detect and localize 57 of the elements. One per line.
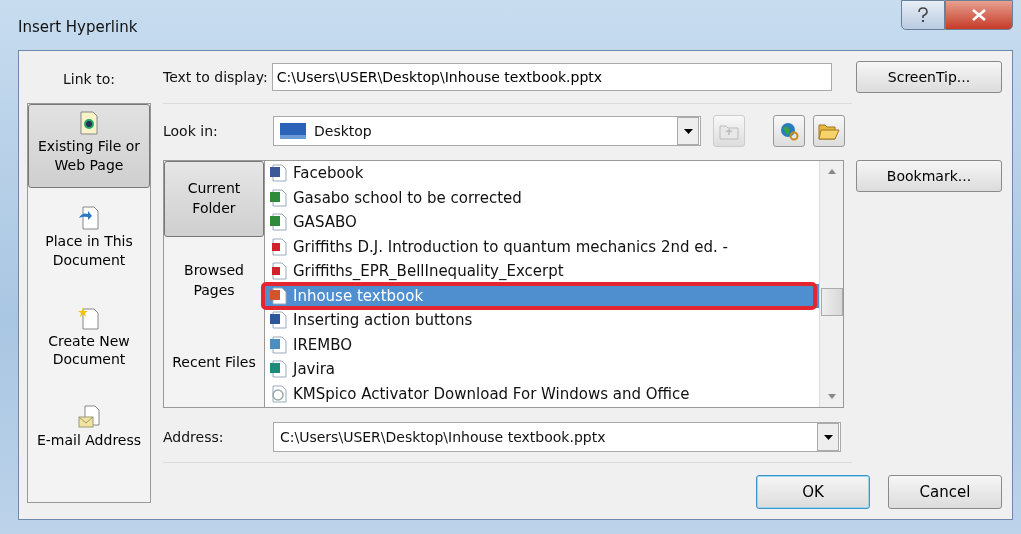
- close-icon: [972, 9, 986, 21]
- text-to-display-label: Text to display:: [163, 69, 268, 85]
- link-to-item[interactable]: E-mail Address: [28, 399, 150, 457]
- window-title: Insert Hyperlink: [18, 18, 138, 36]
- document-arrow-icon: [78, 205, 100, 230]
- browse-file-button[interactable]: [813, 115, 845, 147]
- help-icon: [916, 7, 930, 23]
- address-field[interactable]: C:\Users\USER\Desktop\Inhouse textbook.pptx: [273, 422, 841, 452]
- file-name: Inhouse textbook: [293, 286, 424, 305]
- close-button[interactable]: [945, 0, 1013, 30]
- screentip-button[interactable]: ScreenTip...: [856, 61, 1002, 93]
- file-name: KMSpico Activator Download For Windows and Office: [293, 384, 690, 403]
- file-name: Griffiths_EPR_BellInequality_Excerpt: [293, 262, 564, 281]
- scroll-down-icon: [827, 394, 836, 399]
- file-list-item[interactable]: Griffiths D.J. Introduction to quantum mechanics 2nd ed. -: [265, 234, 819, 259]
- help-button[interactable]: [901, 0, 945, 30]
- file-name: Facebook: [293, 164, 364, 183]
- folder-view-button[interactable]: Browsed Pages: [164, 243, 264, 319]
- open-folder-icon: [818, 121, 840, 141]
- dialog-button[interactable]: Cancel: [888, 475, 1002, 509]
- scrollbar-thumb[interactable]: [820, 288, 843, 316]
- link-to-item[interactable]: Existing File or Web Page: [28, 104, 150, 188]
- dialog-button[interactable]: OK: [756, 475, 870, 509]
- document-envelope-icon: [78, 405, 100, 430]
- up-folder-icon: [719, 122, 739, 140]
- file-list-item[interactable]: Griffiths_EPR_BellInequality_Excerpt: [265, 259, 819, 284]
- link-to-label: Link to:: [63, 71, 115, 87]
- globe-search-icon: [779, 121, 799, 141]
- address-label: Address:: [163, 429, 225, 445]
- file-list-item[interactable]: Facebook: [265, 161, 819, 186]
- file-list-item[interactable]: IREMBO: [265, 332, 819, 357]
- file-list-item[interactable]: Inserting action buttons: [265, 308, 819, 333]
- folder-view-button[interactable]: Current Folder: [164, 161, 264, 237]
- document-globe-icon: [78, 111, 100, 135]
- new-document-icon: [78, 305, 100, 330]
- browse-web-button[interactable]: [773, 115, 805, 147]
- link-to-item[interactable]: Create New Document: [28, 299, 150, 376]
- file-name: Inserting action buttons: [293, 311, 473, 330]
- scrollbar[interactable]: [819, 161, 843, 407]
- link-to-item[interactable]: Place in This Document: [28, 199, 150, 276]
- file-list-item[interactable]: GASABO: [265, 210, 819, 235]
- file-list-item[interactable]: Javira: [265, 357, 819, 382]
- file-list-item[interactable]: Gasabo school to be corrected: [265, 185, 819, 210]
- file-name: Javira: [293, 360, 336, 379]
- look-in-dropdown[interactable]: Desktop: [273, 116, 701, 146]
- folder-view-button[interactable]: Recent Files: [164, 325, 264, 401]
- file-list-item[interactable]: KMSpico Activator Download For Windows and Office: [265, 381, 819, 406]
- file-name: Gasabo school to be corrected: [293, 188, 522, 207]
- scroll-up-icon: [827, 169, 836, 174]
- text-to-display-field[interactable]: C:\Users\USER\Desktop\Inhouse textbook.pptx: [271, 63, 832, 91]
- bookmark-button[interactable]: Bookmark...: [856, 160, 1002, 192]
- desktop-icon: [280, 123, 306, 139]
- file-name: IREMBO: [293, 335, 353, 354]
- up-folder-button[interactable]: [713, 115, 745, 147]
- file-name: GASABO: [293, 213, 357, 232]
- file-name: Griffiths D.J. Introduction to quantum mechanics 2nd ed. -: [293, 237, 728, 256]
- look-in-label: Look in:: [163, 123, 219, 139]
